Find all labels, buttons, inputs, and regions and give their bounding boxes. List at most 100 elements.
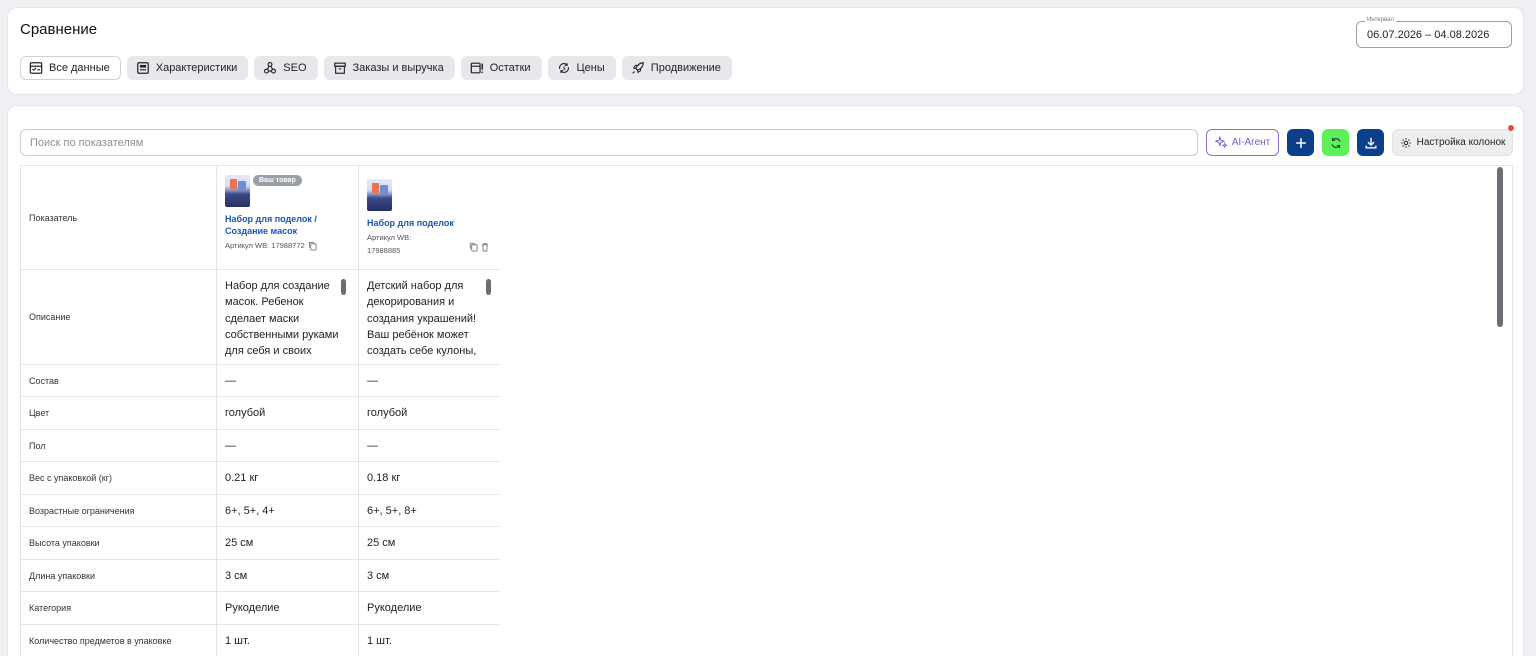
copy-icon[interactable] (469, 242, 478, 252)
row-value-own: — (217, 430, 359, 461)
row-value-competitor: — (367, 439, 378, 452)
row-value-own: 1 шт. (217, 625, 359, 656)
copy-icon[interactable] (308, 241, 317, 251)
row-label: Высота упаковки (21, 527, 217, 559)
page-title: Сравнение (20, 21, 98, 38)
product-column-own: Ваш товар Набор для поделок / Создание м… (217, 166, 359, 269)
tab-characteristics[interactable]: Характеристики (126, 56, 249, 80)
row-value-competitor: 1 шт. (367, 634, 392, 647)
your-product-badge: Ваш товар (253, 175, 302, 186)
table-row: Высота упаковки 25 см 25 см (21, 527, 500, 560)
table-row: Количество предметов в упаковке 1 шт. 1 … (21, 625, 500, 656)
interval-label: Интервал (1365, 17, 1396, 23)
row-label: Количество предметов в упаковке (21, 625, 217, 656)
table-row: Цвет голубой голубой (21, 397, 500, 430)
column-settings-button[interactable]: Настройка колонок (1392, 129, 1513, 156)
refresh-button[interactable] (1322, 129, 1349, 156)
header-card: Сравнение Все данные Характеристики SEO … (7, 7, 1524, 95)
table-icon (29, 62, 43, 74)
download-icon (1364, 137, 1377, 149)
tab-promotion[interactable]: Продвижение (621, 56, 732, 80)
row-value-competitor: 0.18 кг (367, 472, 401, 484)
row-value-own: голубой (217, 397, 359, 429)
stock-icon (470, 62, 483, 74)
row-label: Категория (21, 592, 217, 624)
row-label: Возрастные ограничения (21, 495, 217, 526)
interval-value: 06.07.2026 – 04.08.2026 (1367, 28, 1490, 41)
table-vertical-scrollbar[interactable] (1497, 167, 1503, 327)
network-icon (264, 62, 277, 74)
product-column-competitor: Набор для поделок Артикул WB: 17988885 (359, 166, 500, 269)
svg-text:$: $ (562, 66, 565, 72)
add-button[interactable] (1287, 129, 1314, 156)
description-cell-competitor[interactable]: Детский набор для декорирования и создан… (359, 270, 500, 364)
tab-stock[interactable]: Остатки (460, 56, 542, 80)
table-row: Состав — — (21, 365, 500, 397)
cell-scrollbar[interactable] (341, 279, 346, 295)
sparkle-icon (1214, 136, 1228, 149)
tab-label: Заказы и выручка (352, 62, 444, 74)
header-label: Показатель (21, 166, 217, 269)
row-value-own: 6+, 5+, 4+ (217, 495, 359, 526)
card-icon (136, 62, 149, 74)
refresh-icon (1330, 137, 1341, 148)
row-label: Состав (21, 365, 217, 396)
table-row-description: Описание Набор для создание масок. Ребен… (21, 270, 500, 365)
product-name-link[interactable]: Набор для поделок / Создание масок (225, 213, 343, 237)
plus-icon (1295, 137, 1306, 148)
description-text: Детский набор для декорирования и создан… (367, 280, 477, 358)
row-value-competitor: 6+, 5+, 8+ (367, 504, 417, 517)
table-row: Вес с упаковкой (кг) 0.21 кг 0.18 кг (21, 462, 500, 495)
row-value-competitor: 25 см (367, 537, 396, 549)
trash-icon[interactable] (481, 242, 489, 252)
tab-label: Остатки (489, 62, 531, 74)
row-value-own: 3 см (217, 560, 359, 591)
tab-label: Все данные (49, 62, 110, 74)
row-value-own: — (217, 365, 359, 396)
box-icon (333, 62, 346, 74)
price-cycle-icon: $ (558, 63, 569, 73)
table-header-row: Показатель Ваш товар Набор для поделок /… (21, 166, 500, 270)
tab-label: Цены (576, 62, 605, 74)
tab-seo[interactable]: SEO (254, 56, 318, 80)
date-interval-field[interactable]: Интервал 06.07.2026 – 04.08.2026 (1356, 17, 1512, 48)
product-sku: Артикул WB: 17988772 (225, 241, 305, 250)
tab-bar: Все данные Характеристики SEO Заказы и в… (20, 56, 732, 80)
cell-scrollbar[interactable] (486, 279, 491, 295)
tab-all-data[interactable]: Все данные (20, 56, 121, 80)
search-input[interactable] (20, 129, 1198, 156)
product-image[interactable] (225, 175, 250, 207)
notification-dot (1508, 125, 1514, 131)
row-value-competitor: Рукоделие (367, 602, 422, 614)
table-row: Длина упаковки 3 см 3 см (21, 560, 500, 592)
product-name-link[interactable]: Набор для поделок (367, 217, 454, 229)
row-label: Описание (21, 270, 217, 364)
download-button[interactable] (1357, 129, 1384, 156)
row-label: Пол (21, 430, 217, 461)
row-value-own: Рукоделие (217, 592, 359, 624)
table-row: Возрастные ограничения 6+, 5+, 4+ 6+, 5+… (21, 495, 500, 527)
table-row: Пол — — (21, 430, 500, 462)
tab-label: SEO (283, 62, 307, 74)
row-value-competitor: голубой (367, 407, 408, 419)
product-sku: Артикул WB: 17988885 (367, 233, 412, 255)
tab-prices[interactable]: $ Цены (547, 56, 616, 80)
description-cell-own[interactable]: Набор для создание масок. Ребенок сделае… (217, 270, 359, 364)
ai-agent-button[interactable]: AI-Агент (1206, 129, 1279, 156)
row-value-own: 0.21 кг (217, 462, 359, 494)
tab-orders-revenue[interactable]: Заказы и выручка (323, 56, 455, 80)
tab-label: Характеристики (155, 62, 238, 74)
column-settings-label: Настройка колонок (1416, 137, 1506, 148)
row-label: Цвет (21, 397, 217, 429)
row-value-competitor: 3 см (367, 569, 390, 582)
gear-icon (1400, 137, 1411, 148)
comparison-card: AI-Агент Настройка колонок Показатель Ва… (7, 105, 1524, 656)
table-row: Категория Рукоделие Рукоделие (21, 592, 500, 625)
tab-label: Продвижение (650, 62, 721, 74)
row-label: Вес с упаковкой (кг) (21, 462, 217, 494)
row-value-own: 25 см (217, 527, 359, 559)
row-label: Длина упаковки (21, 560, 217, 591)
rocket-icon (632, 62, 644, 74)
product-image[interactable] (367, 179, 392, 211)
row-value-competitor: — (367, 374, 378, 387)
